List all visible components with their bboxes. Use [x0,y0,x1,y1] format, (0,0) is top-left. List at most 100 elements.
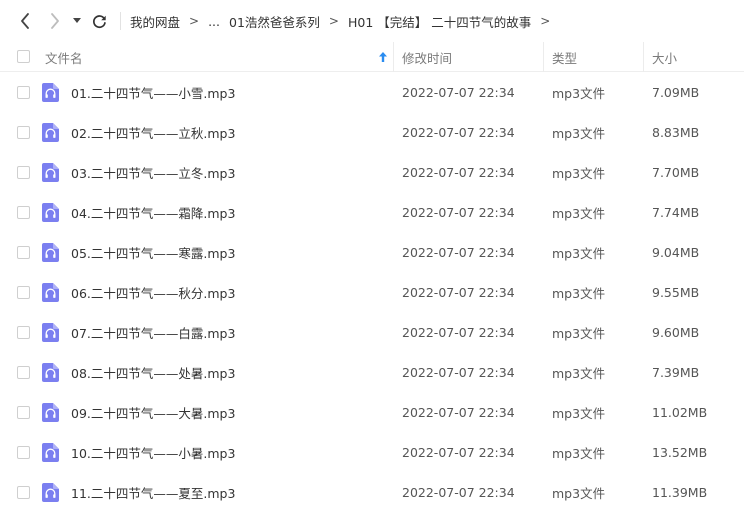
file-modified-time: 2022-07-07 22:34 [402,484,515,500]
column-header-type[interactable]: 类型 [552,42,642,72]
file-type: mp3文件 [552,285,606,301]
file-name: 04.二十四节气——霜降.mp3 [71,205,236,221]
select-all-checkbox[interactable] [17,50,30,63]
breadcrumb-separator-icon: > [540,14,551,28]
file-size: 7.70MB [652,164,700,180]
file-type: mp3文件 [552,85,606,101]
headphones-icon [42,203,59,222]
file-size: 11.39MB [652,484,708,500]
headphones-icon [42,123,59,142]
breadcrumb-separator-icon: > [328,14,339,28]
file-row[interactable]: 09.二十四节气——大暑.mp3 2022-07-07 22:34 mp3文件 … [0,392,744,432]
forward-button[interactable] [44,10,66,32]
column-header-size-label: 大小 [652,50,678,66]
file-row[interactable]: 08.二十四节气——处暑.mp3 2022-07-07 22:34 mp3文件 … [0,352,744,392]
file-type: mp3文件 [552,365,606,381]
file-modified-time: 2022-07-07 22:34 [402,444,515,460]
file-name: 10.二十四节气——小暑.mp3 [71,445,236,461]
row-checkbox[interactable] [17,446,30,459]
file-name: 11.二十四节气——夏至.mp3 [71,485,236,501]
file-row[interactable]: 02.二十四节气——立秋.mp3 2022-07-07 22:34 mp3文件 … [0,112,744,152]
file-size: 13.52MB [652,444,708,460]
file-modified-time: 2022-07-07 22:34 [402,164,515,180]
file-modified-time: 2022-07-07 22:34 [402,404,515,420]
file-name: 02.二十四节气——立秋.mp3 [71,125,236,141]
breadcrumb-separator-icon: > [189,14,200,28]
file-row[interactable]: 07.二十四节气——白露.mp3 2022-07-07 22:34 mp3文件 … [0,312,744,352]
row-checkbox[interactable] [17,166,30,179]
file-row[interactable]: 01.二十四节气——小雪.mp3 2022-07-07 22:34 mp3文件 … [0,72,744,112]
file-modified-time: 2022-07-07 22:34 [402,284,515,300]
file-type: mp3文件 [552,445,606,461]
file-name: 08.二十四节气——处暑.mp3 [71,365,236,381]
headphones-icon [42,443,59,462]
column-separator[interactable] [543,42,544,72]
back-button[interactable] [14,10,36,32]
file-list-header: 文件名 修改时间 类型 大小 [0,42,744,72]
column-header-modified[interactable]: 修改时间 [402,42,542,72]
row-checkbox[interactable] [17,206,30,219]
row-checkbox[interactable] [17,126,30,139]
column-header-name[interactable]: 文件名 [45,42,393,72]
file-modified-time: 2022-07-07 22:34 [402,324,515,340]
headphones-icon [42,243,59,262]
row-checkbox[interactable] [17,326,30,339]
column-header-type-label: 类型 [552,50,578,66]
file-row[interactable]: 10.二十四节气——小暑.mp3 2022-07-07 22:34 mp3文件 … [0,432,744,472]
file-row[interactable]: 04.二十四节气——霜降.mp3 2022-07-07 22:34 mp3文件 … [0,192,744,232]
file-type: mp3文件 [552,245,606,261]
file-type: mp3文件 [552,325,606,341]
file-name: 06.二十四节气——秋分.mp3 [71,285,236,301]
file-row[interactable]: 11.二十四节气——夏至.mp3 2022-07-07 22:34 mp3文件 … [0,472,744,512]
chevron-left-icon [21,13,29,29]
row-checkbox[interactable] [17,246,30,259]
file-size: 9.55MB [652,284,700,300]
row-checkbox[interactable] [17,366,30,379]
file-type: mp3文件 [552,205,606,221]
row-checkbox[interactable] [17,86,30,99]
file-row[interactable]: 06.二十四节气——秋分.mp3 2022-07-07 22:34 mp3文件 … [0,272,744,312]
arrow-up-icon [379,52,387,62]
file-name: 07.二十四节气——白露.mp3 [71,325,236,341]
file-name: 01.二十四节气——小雪.mp3 [71,85,236,101]
file-size: 7.74MB [652,204,700,220]
column-header-modified-label: 修改时间 [402,50,453,66]
file-type: mp3文件 [552,485,606,501]
file-modified-time: 2022-07-07 22:34 [402,204,515,220]
file-type: mp3文件 [552,405,606,421]
row-checkbox[interactable] [17,286,30,299]
history-dropdown-button[interactable] [71,10,83,32]
headphones-icon [42,83,59,102]
file-size: 9.60MB [652,324,700,340]
file-modified-time: 2022-07-07 22:34 [402,244,515,260]
file-modified-time: 2022-07-07 22:34 [402,124,515,140]
headphones-icon [42,483,59,502]
file-name: 09.二十四节气——大暑.mp3 [71,405,236,421]
refresh-button[interactable] [88,10,110,32]
file-name: 03.二十四节气——立冬.mp3 [71,165,236,181]
toolbar: 我的网盘 > ... 01浩然爸爸系列 > H01 【完结】 二十四节气的故事 … [0,0,744,42]
row-checkbox[interactable] [17,406,30,419]
file-type: mp3文件 [552,165,606,181]
column-separator[interactable] [643,42,644,72]
file-size: 9.04MB [652,244,700,260]
file-size: 11.02MB [652,404,708,420]
breadcrumb-item-ellipsis[interactable]: ... [208,14,220,29]
file-name: 05.二十四节气——寒露.mp3 [71,245,236,261]
file-size: 7.09MB [652,84,700,100]
breadcrumb-item-root[interactable]: 我的网盘 [130,12,180,31]
headphones-icon [42,283,59,302]
breadcrumb-item-series[interactable]: 01浩然爸爸系列 [229,12,320,31]
headphones-icon [42,323,59,342]
file-type: mp3文件 [552,125,606,141]
file-row[interactable]: 03.二十四节气——立冬.mp3 2022-07-07 22:34 mp3文件 … [0,152,744,192]
breadcrumb-item-current[interactable]: H01 【完结】 二十四节气的故事 [348,12,531,31]
file-row[interactable]: 05.二十四节气——寒露.mp3 2022-07-07 22:34 mp3文件 … [0,232,744,272]
chevron-right-icon [51,13,59,29]
file-modified-time: 2022-07-07 22:34 [402,84,515,100]
column-header-size[interactable]: 大小 [652,42,742,72]
breadcrumb: 我的网盘 > ... 01浩然爸爸系列 > H01 【完结】 二十四节气的故事 … [130,12,559,30]
row-checkbox[interactable] [17,486,30,499]
file-size: 7.39MB [652,364,700,380]
column-separator[interactable] [393,42,394,72]
